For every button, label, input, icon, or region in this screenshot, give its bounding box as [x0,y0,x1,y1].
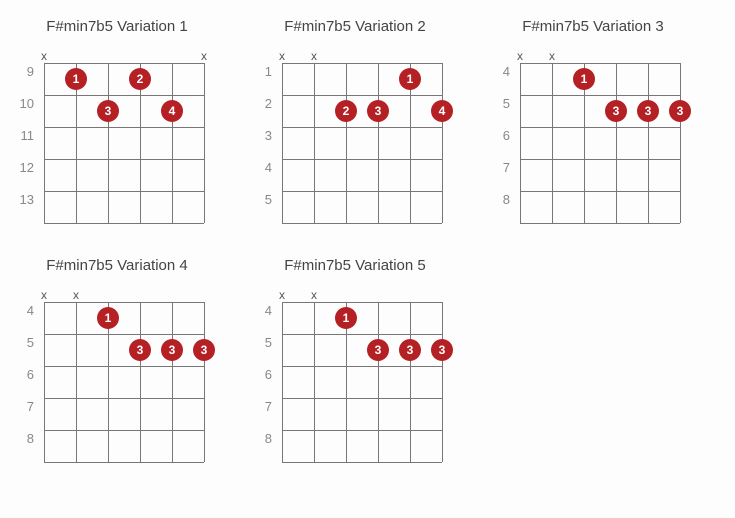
finger-dot: 4 [431,100,453,122]
finger-dot: 2 [129,68,151,90]
fret-label: 8 [488,184,520,216]
fretboard: 1234 [282,63,442,223]
finger-dot: 3 [669,100,691,122]
fret-label: 6 [250,359,282,391]
finger-dot: 3 [97,100,119,122]
mute-row: xx [282,288,442,302]
mute-marker: x [73,288,79,302]
finger-dot: 3 [193,339,215,361]
fret-label: 3 [250,120,282,152]
mute-row: xx [520,49,680,63]
fret-label: 13 [12,184,44,216]
mute-marker: x [549,49,555,63]
fret-label: 12 [12,152,44,184]
mute-row: xx [44,49,204,63]
mute-marker: x [201,49,207,63]
chord-title: F#min7b5 Variation 3 [488,18,698,35]
chord-diagram: F#min7b5 Variation 1xx9101112131234 [12,18,222,223]
finger-dot: 3 [431,339,453,361]
fret-label: 9 [12,56,44,88]
fret-label: 10 [12,88,44,120]
mute-row: xx [282,49,442,63]
finger-dot: 3 [605,100,627,122]
fret-label: 7 [12,391,44,423]
finger-dot: 4 [161,100,183,122]
chord-diagram: F#min7b5 Variation 2xx123451234 [250,18,460,223]
finger-dot: 1 [573,68,595,90]
finger-dot: 3 [637,100,659,122]
mute-marker: x [311,288,317,302]
fret-label: 5 [488,88,520,120]
fret-label: 11 [12,120,44,152]
chord-title: F#min7b5 Variation 1 [12,18,222,35]
finger-dot: 3 [129,339,151,361]
fret-label: 6 [12,359,44,391]
finger-dot: 3 [367,100,389,122]
fret-label: 4 [488,56,520,88]
fret-label: 7 [488,152,520,184]
finger-dot: 3 [399,339,421,361]
chord-diagram: F#min7b5 Variation 3xx456781333 [488,18,698,223]
chord-diagram: F#min7b5 Variation 4xx456781333 [12,257,222,462]
fret-label: 4 [250,152,282,184]
fretboard: 1333 [282,302,442,462]
fret-labels: 45678 [250,302,282,462]
fret-label: 5 [250,184,282,216]
fret-label: 1 [250,56,282,88]
chord-title: F#min7b5 Variation 5 [250,257,460,274]
fret-labels: 910111213 [12,63,44,223]
finger-dot: 1 [399,68,421,90]
fret-label: 2 [250,88,282,120]
finger-dot: 3 [161,339,183,361]
finger-dot: 1 [97,307,119,329]
mute-row: xx [44,288,204,302]
mute-marker: x [311,49,317,63]
fret-label: 4 [12,295,44,327]
chord-diagram: F#min7b5 Variation 5xx456781333 [250,257,460,462]
finger-dot: 1 [335,307,357,329]
fret-label: 5 [12,327,44,359]
fretboard: 1 23 4 [44,63,204,223]
fretboard: 1333 [44,302,204,462]
fret-label: 6 [488,120,520,152]
finger-dot: 1 [65,68,87,90]
fretboard: 1333 [520,63,680,223]
fret-label: 4 [250,295,282,327]
chord-title: F#min7b5 Variation 2 [250,18,460,35]
fret-labels: 12345 [250,63,282,223]
fret-labels: 45678 [12,302,44,462]
fret-label: 5 [250,327,282,359]
fret-label: 7 [250,391,282,423]
fret-label: 8 [250,423,282,455]
chord-title: F#min7b5 Variation 4 [12,257,222,274]
finger-dot: 3 [367,339,389,361]
fret-label: 8 [12,423,44,455]
chord-grid: F#min7b5 Variation 1xx9101112131234F#min… [12,18,723,462]
fret-labels: 45678 [488,63,520,223]
finger-dot: 2 [335,100,357,122]
